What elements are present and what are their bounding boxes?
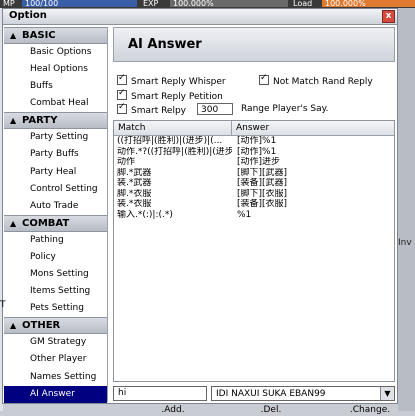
sidebar-item-auto-trade[interactable]: Auto Trade (4, 198, 107, 215)
mp-label: MP (0, 0, 20, 8)
sidebar-item-names-setting[interactable]: Names Setting (4, 369, 107, 386)
load-label: Load (290, 0, 320, 8)
smart-reply-petition-label: Smart Reply Petition (131, 92, 223, 102)
match-cell: ((打招呼|(胜利)|(进步)|(... (117, 136, 223, 146)
match-cell: 输入.*(:)|:(.*) (117, 209, 173, 220)
window-titlebar[interactable]: Option x (3, 9, 397, 25)
sidebar-item-items-setting[interactable]: Items Setting (4, 283, 107, 300)
chevron-down-icon[interactable]: ▼ (380, 387, 394, 400)
sidebar-item-control-setting[interactable]: Control Setting (4, 181, 107, 198)
answer-select[interactable]: IDI NAXUI SUKA EBAN99 ▼ (211, 386, 395, 401)
match-cell: 脚.*衣服 (117, 188, 152, 199)
category-party[interactable]: ▲ PARTY (4, 112, 107, 130)
answer-cell: [动作]%1 (237, 146, 277, 157)
smart-reply-whisper-label: Smart Reply Whisper (131, 77, 226, 87)
column-header-answer[interactable]: Answer (232, 121, 394, 135)
table-row[interactable]: 动作 [动作]进步 (114, 157, 394, 168)
sidebar-item-pets-setting[interactable]: Pets Setting (4, 300, 107, 317)
match-cell: 装.*衣服 (117, 199, 152, 209)
collapse-arrow-icon: ▲ (10, 321, 17, 331)
checkbox-check-icon (117, 102, 127, 114)
sidebar-item-combat-heal[interactable]: Combat Heal (4, 95, 107, 112)
answer-cell: %1 (237, 209, 252, 220)
change-button[interactable]: .Change. (345, 404, 395, 416)
background-status-strip: MP 100/100 EXP 100.000% Load 100.000% (0, 0, 415, 8)
collapse-arrow-icon: ▲ (10, 116, 17, 126)
not-match-rand-reply-checkbox[interactable]: Not Match Rand Reply (259, 73, 373, 88)
column-header-match[interactable]: Match (114, 121, 232, 135)
answer-cell: [动作]%1 (237, 136, 277, 146)
smart-reply-petition-checkbox[interactable]: Smart Reply Petition (117, 88, 223, 103)
answer-select-value: IDI NAXUI SUKA EBAN99 (216, 389, 326, 399)
sidebar-item-heal-options[interactable]: Heal Options (4, 61, 107, 78)
close-icon: x (385, 11, 392, 21)
window-title: Option (9, 10, 47, 21)
sidebar-item-party-setting[interactable]: Party Setting (4, 129, 107, 146)
category-label: PARTY (22, 115, 58, 127)
smart-relpy-checkbox[interactable]: Smart Relpy (117, 102, 187, 117)
sidebar-item-mons-setting[interactable]: Mons Setting (4, 266, 107, 283)
del-button[interactable]: .Del. (251, 404, 291, 416)
range-label: Range Player's Say. (241, 104, 329, 114)
match-cell: 动作 (117, 157, 136, 167)
checkbox-check-icon (117, 88, 127, 100)
category-label: OTHER (22, 320, 61, 332)
background-right-panel (398, 8, 415, 411)
collapse-arrow-icon: ▲ (10, 31, 17, 40)
answer-cell: [动作]进步 (237, 157, 281, 167)
category-other[interactable]: ▲ OTHER (4, 317, 107, 335)
sidebar-item-other-player[interactable]: Other Player (4, 351, 107, 368)
sidebar-item-buffs[interactable]: Buffs (4, 78, 107, 95)
match-cell: 动作.*?((打招呼|(胜利)|(进步)|(... (117, 146, 232, 157)
answer-cell: [脚下][衣服] (237, 188, 288, 199)
smart-relpy-label: Smart Relpy (131, 106, 187, 116)
table-row[interactable]: 脚.*武器 [脚下][武器] (114, 168, 394, 179)
table-row[interactable]: 动作.*?((打招呼|(胜利)|(进步)|(... [动作]%1 (114, 147, 394, 158)
category-label: BASIC (22, 30, 56, 41)
panel-title: AI Answer (128, 37, 202, 52)
sidebar-item-ai-answer[interactable]: AI Answer (4, 385, 107, 403)
table-row[interactable]: 输入.*(:)|:(.*) %1 (114, 210, 394, 221)
sidebar-item-gm-strategy[interactable]: GM Strategy (4, 334, 107, 351)
sidebar-item-policy[interactable]: Policy (4, 249, 107, 266)
add-button[interactable]: .Add. (153, 404, 193, 416)
table-row[interactable]: 脚.*衣服 [脚下][衣服] (114, 189, 394, 200)
not-match-rand-reply-label: Not Match Rand Reply (273, 77, 373, 87)
smart-reply-whisper-checkbox[interactable]: Smart Reply Whisper (117, 73, 226, 88)
option-window: Option x ▲ BASIC Basic Options Heal Optio… (2, 8, 398, 415)
category-label: COMBAT (22, 217, 70, 229)
options-sidebar: ▲ BASIC Basic Options Heal Options Buffs … (4, 27, 108, 403)
sidebar-item-basic-options[interactable]: Basic Options (4, 44, 107, 61)
match-cell: 脚.*武器 (117, 167, 152, 178)
exp-label: EXP (140, 0, 168, 8)
answer-cell: [装备][武器] (237, 178, 288, 188)
checkbox-check-icon (259, 73, 269, 85)
range-input[interactable]: 300 (197, 103, 233, 115)
sidebar-item-party-heal[interactable]: Party Heal (4, 164, 107, 181)
ai-answer-table: Match Answer ((打招呼|(胜利)|(进步)|(... [动作]%1 … (113, 120, 395, 382)
table-row[interactable]: 装.*武器 [装备][武器] (114, 178, 394, 189)
collapse-arrow-icon: ▲ (10, 218, 17, 228)
background-inv-label: Inv (398, 238, 412, 248)
close-button[interactable]: x (382, 10, 395, 23)
exp-value: 100.000% (170, 0, 288, 8)
mp-value: 100/100 (22, 0, 137, 8)
category-combat[interactable]: ▲ COMBAT (4, 214, 107, 232)
panel-header: AI Answer (113, 27, 395, 62)
checkbox-check-icon (117, 73, 127, 85)
sidebar-item-pathing[interactable]: Pathing (4, 232, 107, 249)
table-row[interactable]: 装.*衣服 [装备][衣服] (114, 199, 394, 210)
table-row[interactable]: ((打招呼|(胜利)|(进步)|(... [动作]%1 (114, 136, 394, 147)
match-input[interactable]: hi (113, 386, 207, 401)
answer-cell: [装备][衣服] (237, 199, 288, 209)
table-header: Match Answer (114, 121, 394, 136)
load-value: 100.000% (322, 0, 415, 8)
sidebar-item-party-buffs[interactable]: Party Buffs (4, 146, 107, 163)
ai-answer-panel: AI Answer Smart Reply Whisper Not Match … (113, 27, 397, 415)
background-edge-letter: T (0, 300, 6, 310)
answer-cell: [脚下][武器] (237, 167, 288, 178)
match-cell: 装.*武器 (117, 178, 152, 188)
category-basic[interactable]: ▲ BASIC (4, 27, 107, 44)
